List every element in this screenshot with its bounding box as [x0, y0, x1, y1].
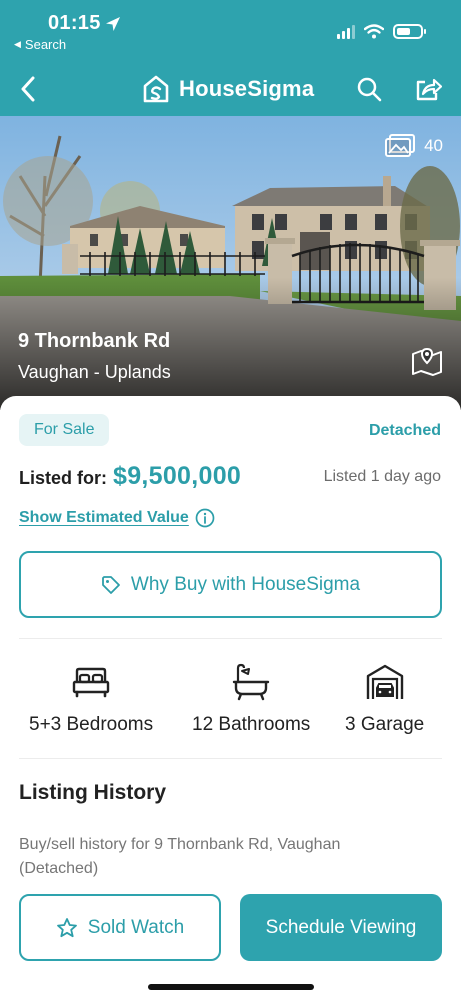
- photo-count-badge[interactable]: 40: [384, 134, 443, 158]
- back-triangle-icon: ◀: [14, 39, 21, 49]
- listing-price: $9,500,000: [113, 462, 242, 490]
- share-icon: [416, 78, 442, 101]
- sold-watch-button[interactable]: Sold Watch: [19, 894, 221, 961]
- status-time: 01:15: [48, 12, 101, 34]
- divider: [19, 758, 442, 759]
- battery-icon: [393, 24, 426, 39]
- back-button[interactable]: [12, 72, 44, 106]
- housesigma-logo-icon: [143, 75, 169, 103]
- star-icon: [56, 917, 77, 937]
- share-button[interactable]: [410, 72, 446, 106]
- signal-icon: [337, 24, 355, 39]
- home-indicator[interactable]: [148, 984, 314, 990]
- bedrooms-label: 5+3 Bedrooms: [29, 714, 154, 735]
- search-icon: [357, 77, 382, 102]
- sold-watch-label: Sold Watch: [87, 916, 185, 938]
- schedule-viewing-button[interactable]: Schedule Viewing: [240, 894, 442, 961]
- nav-bar: HouseSigma: [0, 64, 461, 114]
- garage-label: 3 Garage: [345, 714, 425, 735]
- listing-area: Vaughan - Uplands: [18, 362, 171, 382]
- location-arrow-icon: [105, 16, 120, 31]
- features-row: 5+3 Bedrooms 12 Bathrooms 3 Garage: [19, 662, 442, 742]
- schedule-viewing-label: Schedule Viewing: [265, 916, 417, 938]
- price-row: Listed for: $9,500,000: [19, 462, 241, 491]
- history-description: Buy/sell history for 9 Thornbank Rd, Vau…: [19, 836, 341, 877]
- why-buy-label: Why Buy with HouseSigma: [130, 573, 361, 595]
- price-label: Listed for:: [19, 468, 107, 488]
- garage-icon: [366, 664, 403, 699]
- estimated-value-link[interactable]: Show Estimated Value: [19, 508, 215, 528]
- search-button[interactable]: [352, 72, 386, 106]
- why-buy-button[interactable]: Why Buy with HouseSigma: [19, 551, 442, 618]
- bathrooms-label: 12 Bathrooms: [192, 714, 311, 735]
- info-icon[interactable]: [195, 508, 215, 528]
- tag-icon: [102, 575, 120, 594]
- time-group: 01:15: [48, 12, 121, 35]
- listed-date: Listed 1 day ago: [323, 468, 441, 485]
- estimated-value-label[interactable]: Show Estimated Value: [19, 509, 189, 527]
- map-button[interactable]: [411, 346, 443, 376]
- bed-icon: [72, 667, 110, 698]
- feature-bedrooms: 5+3 Bedrooms: [29, 662, 153, 736]
- brand-name: HouseSigma: [179, 76, 315, 101]
- divider: [19, 638, 442, 639]
- bathtub-icon: [232, 663, 270, 701]
- listing-details: For Sale Detached Listed for: $9,500,000…: [0, 396, 461, 1000]
- status-bar: 01:15 ◀ Search: [0, 0, 461, 60]
- map-icon: [412, 347, 442, 376]
- feature-bathrooms: 12 Bathrooms: [192, 662, 310, 736]
- brand-logo: HouseSigma: [142, 74, 314, 104]
- back-app-label: Search: [24, 37, 67, 52]
- photo-count: 40: [424, 136, 443, 155]
- photos-icon: [385, 134, 416, 157]
- system-icons: [337, 24, 426, 39]
- listing-photo[interactable]: 40 9 Thornbank Rd Vaughan - Uplands: [0, 116, 461, 410]
- feature-garage: 3 Garage: [345, 662, 424, 736]
- property-type: Detached: [368, 422, 441, 439]
- status-badge: For Sale: [19, 414, 110, 446]
- back-to-app[interactable]: ◀ Search: [14, 37, 66, 52]
- listing-address: 9 Thornbank Rd: [18, 330, 171, 352]
- history-title: Listing History: [19, 781, 167, 804]
- app-header: 01:15 ◀ Search HouseSigma: [0, 0, 461, 116]
- wifi-icon: [364, 24, 384, 39]
- back-chevron-icon: [21, 76, 35, 102]
